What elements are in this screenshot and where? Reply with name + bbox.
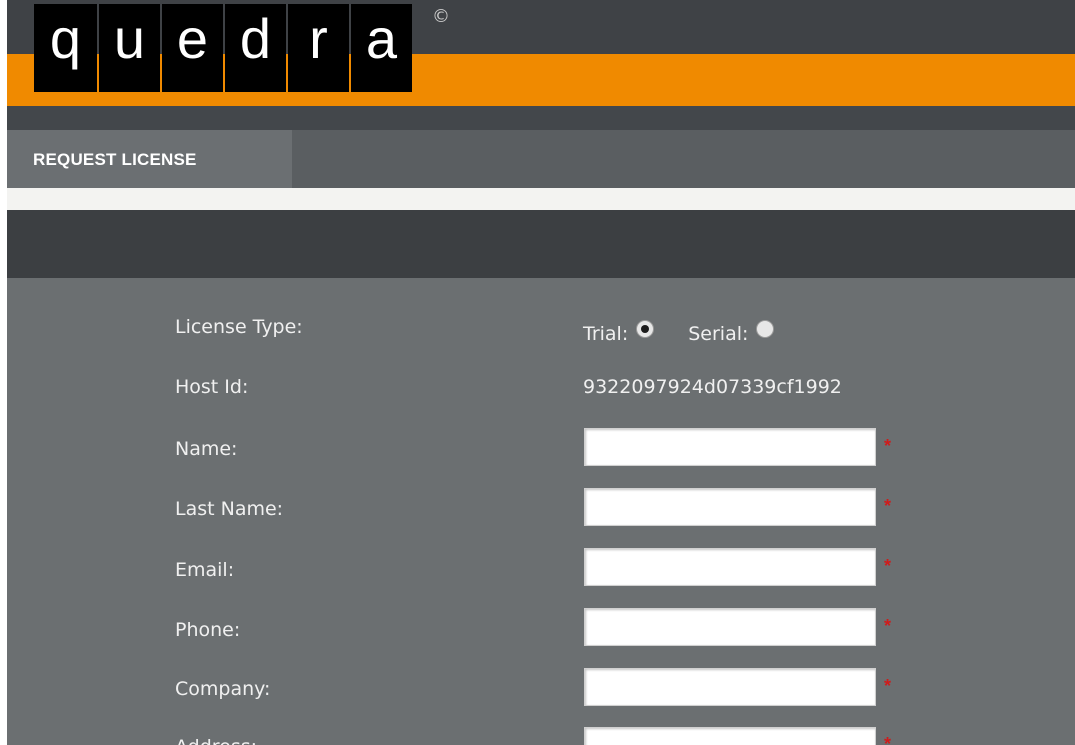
logo-tile: u xyxy=(99,4,160,92)
name-field[interactable] xyxy=(584,428,876,466)
logo-tile: r xyxy=(288,4,349,92)
nav-bar: REQUEST LICENSE xyxy=(7,130,1075,188)
serial-label: Serial: xyxy=(688,323,749,345)
trial-label: Trial: xyxy=(583,323,629,345)
required-marker: * xyxy=(884,556,892,576)
tab-request-license[interactable]: REQUEST LICENSE xyxy=(7,130,292,188)
license-form: License Type: Trial: Serial: Host Id: 93… xyxy=(7,278,1075,745)
name-label: Name: xyxy=(175,438,238,460)
last-name-label: Last Name: xyxy=(175,498,284,520)
email-field[interactable] xyxy=(584,548,876,586)
company-label: Company: xyxy=(175,678,271,700)
required-marker: * xyxy=(884,676,892,696)
header: q u e d r a © xyxy=(7,0,1075,130)
copyright-icon: © xyxy=(432,6,450,27)
last-name-field[interactable] xyxy=(584,488,876,526)
address-label: Address: xyxy=(175,736,257,745)
company-field[interactable] xyxy=(584,668,876,706)
required-marker: * xyxy=(884,734,892,745)
host-id-label: Host Id: xyxy=(175,376,249,398)
trial-radio[interactable] xyxy=(636,320,655,338)
app-frame: q u e d r a © REQUEST LICENSE License Ty… xyxy=(7,0,1075,745)
quedra-logo: q u e d r a © xyxy=(34,4,450,92)
address-field[interactable] xyxy=(584,727,876,745)
phone-field[interactable] xyxy=(584,608,876,646)
logo-tile: a xyxy=(351,4,412,92)
content-header-band xyxy=(7,210,1075,278)
header-bottom-stripe xyxy=(7,106,1075,130)
separator xyxy=(7,188,1075,210)
logo-tile: e xyxy=(162,4,223,92)
host-id-value: 9322097924d07339cf1992 xyxy=(583,376,842,398)
required-marker: * xyxy=(884,616,892,636)
license-type-label: License Type: xyxy=(175,316,303,338)
logo-tile: d xyxy=(225,4,286,92)
serial-radio[interactable] xyxy=(756,320,775,338)
required-marker: * xyxy=(884,436,892,456)
required-marker: * xyxy=(884,496,892,516)
phone-label: Phone: xyxy=(175,619,241,641)
logo-tile: q xyxy=(34,4,97,92)
nav-bar-filler xyxy=(292,130,1075,188)
license-type-radio-group: Trial: Serial: xyxy=(583,320,775,348)
email-label: Email: xyxy=(175,559,235,581)
